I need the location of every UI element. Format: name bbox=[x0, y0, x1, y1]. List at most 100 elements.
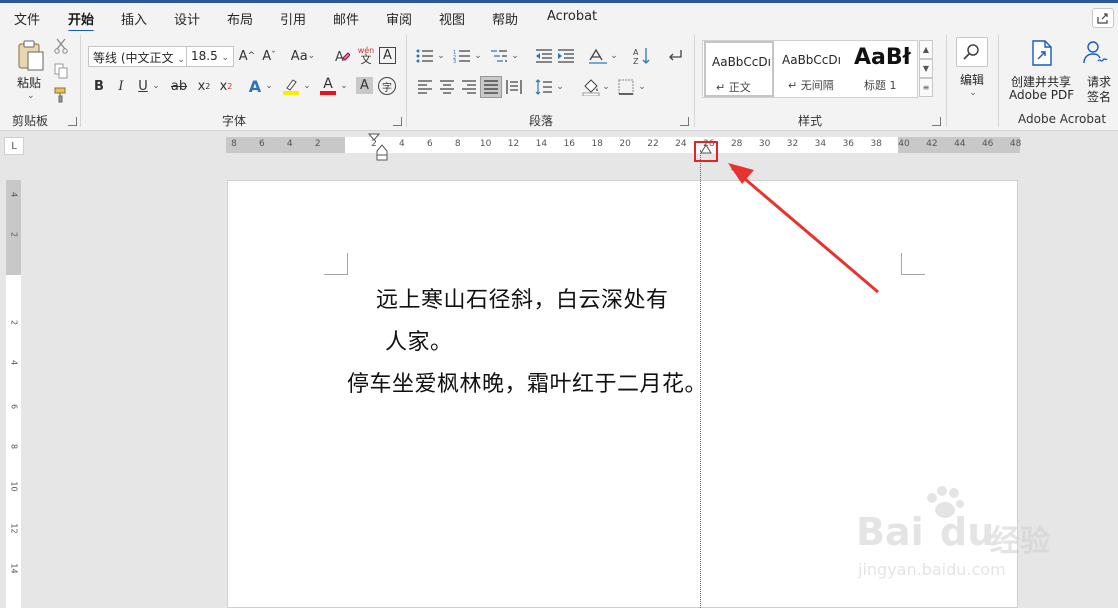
vertical-ruler-tick: 2 bbox=[9, 231, 19, 238]
copy-button[interactable] bbox=[52, 62, 70, 80]
strikethrough-button[interactable]: ab bbox=[168, 77, 190, 95]
superscript-button[interactable]: x2 bbox=[217, 77, 235, 95]
align-center-button[interactable] bbox=[437, 77, 457, 97]
superscript-icon: x bbox=[219, 78, 228, 94]
tab-design[interactable]: 设计 bbox=[174, 9, 200, 28]
underline-button[interactable]: U bbox=[134, 77, 152, 95]
shrink-font-button[interactable]: Aˇ bbox=[260, 47, 278, 65]
numbering-button[interactable]: 123 bbox=[452, 46, 472, 66]
character-shading-button[interactable]: A bbox=[356, 77, 373, 94]
numbering-dropdown-icon[interactable]: ⌄ bbox=[473, 49, 483, 63]
format-painter-button[interactable] bbox=[52, 86, 70, 104]
justify-button[interactable] bbox=[480, 76, 502, 98]
styles-launcher[interactable] bbox=[932, 117, 941, 126]
styles-scroll-up-button[interactable]: ▲ bbox=[919, 40, 933, 59]
share-button[interactable] bbox=[1092, 8, 1114, 28]
bullets-button[interactable] bbox=[415, 46, 435, 66]
watermark-brand-2: du bbox=[940, 510, 995, 554]
doc-line-1[interactable]: 远上寒山石径斜，白云深处有 bbox=[376, 282, 669, 314]
tab-file[interactable]: 文件 bbox=[14, 9, 40, 28]
paste-button[interactable] bbox=[14, 39, 48, 73]
horizontal-ruler[interactable]: 8 6 4 2 2 4 6 8 10 12 14 16 18 20 22 24 26 28 30 32 34 36 38 40… bbox=[226, 133, 1021, 161]
line-spacing-button[interactable] bbox=[534, 77, 554, 97]
paragraph-launcher[interactable] bbox=[680, 117, 689, 126]
styles-scroll-down-button[interactable]: ▼ bbox=[919, 59, 933, 78]
tab-view[interactable]: 视图 bbox=[439, 9, 465, 28]
text-effects-dropdown-icon[interactable]: ⌄ bbox=[264, 79, 274, 93]
line-spacing-dropdown-icon[interactable]: ⌄ bbox=[555, 80, 565, 94]
font-launcher[interactable] bbox=[393, 117, 402, 126]
text-effects-button[interactable]: A bbox=[246, 76, 264, 96]
enclose-characters-button[interactable]: 字 bbox=[378, 77, 396, 95]
tab-acrobat[interactable]: Acrobat bbox=[547, 9, 597, 24]
ruler-tick: 40 bbox=[898, 139, 910, 149]
multilevel-list-button[interactable] bbox=[489, 46, 509, 66]
chevron-down-icon: ⌄ bbox=[177, 55, 185, 65]
font-color-dropdown-icon[interactable]: ⌄ bbox=[339, 79, 349, 93]
chinese-layout-dropdown-icon[interactable]: ⌄ bbox=[609, 49, 619, 63]
phonetic-guide-button[interactable]: wén 文 bbox=[356, 44, 376, 66]
paste-dropdown-icon[interactable]: ⌄ bbox=[27, 91, 35, 101]
shading-button[interactable] bbox=[581, 77, 601, 97]
editing-dropdown-icon[interactable]: ⌄ bbox=[968, 87, 978, 99]
sort-icon: AZ bbox=[633, 48, 650, 65]
styles-more-button[interactable]: ≡ bbox=[919, 78, 933, 97]
multilevel-dropdown-icon[interactable]: ⌄ bbox=[510, 49, 520, 63]
cut-button[interactable] bbox=[52, 37, 70, 55]
distributed-button[interactable] bbox=[504, 77, 524, 97]
ruler-tick: 4 bbox=[286, 139, 293, 149]
character-border-button[interactable]: A bbox=[379, 47, 396, 64]
underline-dropdown-icon[interactable]: ⌄ bbox=[151, 79, 161, 93]
sort-button[interactable]: AZ bbox=[632, 46, 652, 66]
svg-text:Z: Z bbox=[633, 57, 639, 65]
copy-icon bbox=[54, 63, 68, 79]
tab-review[interactable]: 审阅 bbox=[386, 9, 412, 28]
highlight-button[interactable] bbox=[281, 76, 301, 96]
chinese-layout-button[interactable] bbox=[587, 46, 609, 66]
separator bbox=[80, 35, 81, 127]
decrease-indent-button[interactable] bbox=[534, 46, 554, 66]
style-heading-1[interactable]: AaBł 标题 1 bbox=[848, 41, 918, 97]
tab-mailings[interactable]: 邮件 bbox=[333, 9, 359, 28]
create-share-pdf-button[interactable] bbox=[1029, 39, 1055, 67]
bold-button[interactable]: B bbox=[90, 77, 108, 95]
tab-layout[interactable]: 布局 bbox=[227, 9, 253, 28]
change-case-button[interactable]: Aa ⌄ bbox=[288, 47, 318, 65]
borders-button[interactable] bbox=[616, 77, 636, 97]
request-signature-button[interactable] bbox=[1082, 39, 1112, 67]
clear-formatting-button[interactable]: A bbox=[333, 46, 351, 66]
grow-font-button[interactable]: A ^ bbox=[238, 47, 256, 65]
tab-home[interactable]: 开始 bbox=[68, 9, 95, 33]
tab-selector-button[interactable]: L bbox=[4, 137, 24, 155]
align-right-button[interactable] bbox=[459, 77, 479, 97]
doc-line-3[interactable]: 停车坐爱枫林晚，霜叶红于二月花。 bbox=[347, 366, 707, 398]
hanging-indent-marker[interactable] bbox=[375, 144, 389, 162]
doc-line-2[interactable]: 人家。 bbox=[385, 324, 453, 356]
tab-references[interactable]: 引用 bbox=[280, 9, 306, 28]
vertical-ruler[interactable]: 4 2 2 4 6 8 10 12 14 bbox=[6, 180, 21, 608]
italic-button[interactable]: I bbox=[112, 77, 130, 95]
font-size-value: 18.5 bbox=[191, 49, 218, 63]
increase-indent-button[interactable] bbox=[556, 46, 576, 66]
font-size-select[interactable]: 18.5 ⌄ bbox=[186, 46, 234, 67]
style-no-spacing-name: ↵ 无间隔 bbox=[788, 79, 834, 92]
borders-dropdown-icon[interactable]: ⌄ bbox=[637, 80, 647, 94]
clipboard-launcher[interactable] bbox=[68, 117, 77, 126]
acrobat-group-label: Adobe Acrobat bbox=[1018, 112, 1107, 126]
tab-insert[interactable]: 插入 bbox=[121, 9, 147, 28]
highlight-dropdown-icon[interactable]: ⌄ bbox=[302, 79, 312, 93]
subscript-button[interactable]: x2 bbox=[195, 77, 213, 95]
bullets-dropdown-icon[interactable]: ⌄ bbox=[436, 49, 446, 63]
tab-help[interactable]: 帮助 bbox=[492, 9, 518, 28]
editing-button[interactable] bbox=[956, 37, 988, 67]
baidu-watermark: Bai du 经验 jingyan.baidu.com bbox=[852, 486, 1062, 582]
style-normal[interactable]: AaBbCcDı ↵ 正文 bbox=[704, 41, 774, 97]
shading-dropdown-icon[interactable]: ⌄ bbox=[601, 80, 611, 94]
show-formatting-marks-button[interactable] bbox=[665, 46, 685, 66]
annotation-arrow-icon bbox=[728, 163, 879, 294]
separator bbox=[946, 35, 947, 127]
align-left-button[interactable] bbox=[415, 77, 435, 97]
font-color-button[interactable]: A bbox=[318, 76, 338, 96]
font-name-select[interactable]: 等线 (中文正文 ⌄ bbox=[88, 46, 187, 67]
style-no-spacing[interactable]: AaBbCcDı ↵ 无间隔 bbox=[776, 41, 846, 97]
